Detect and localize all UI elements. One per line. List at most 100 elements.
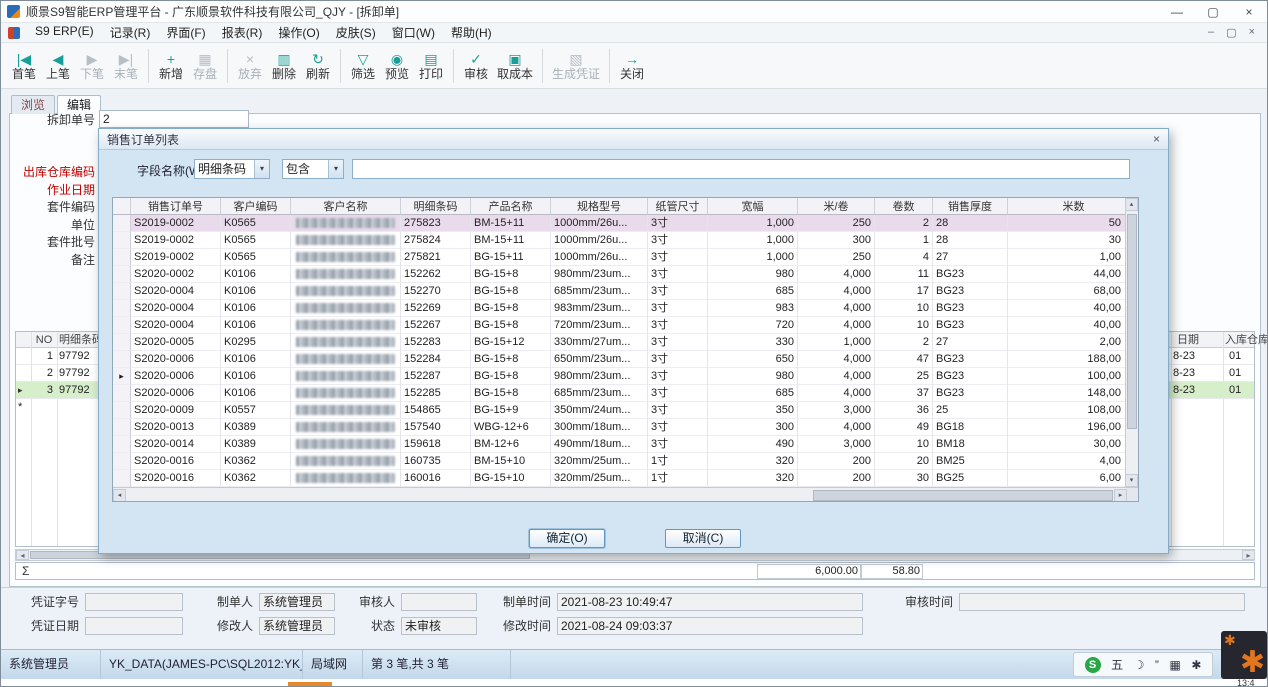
moon-icon[interactable]: ☽	[1134, 658, 1145, 672]
column-header[interactable]: 销售订单号	[131, 198, 221, 215]
cell-customer-name	[291, 300, 401, 317]
maximize-button[interactable]: ▢	[1195, 1, 1231, 22]
column-header[interactable]: 米数	[1008, 198, 1139, 215]
tab-edit[interactable]: 编辑	[57, 95, 101, 115]
order-row[interactable]: ▸S2020-0006K0106152287BG-15+8980mm/23um.…	[113, 368, 1139, 385]
cell: 40,00	[1008, 300, 1139, 317]
toolbar-filter-button[interactable]: ▽筛选	[346, 49, 380, 83]
asterisk-icon[interactable]: ✱	[1191, 658, 1201, 672]
order-row[interactable]: S2020-0016K0362160016BG-15+10320mm/25um.…	[113, 470, 1139, 487]
toolbar-print-button[interactable]: ▤打印	[414, 49, 448, 83]
filter-operator-select[interactable]: 包含 ▾	[282, 159, 344, 179]
order-row[interactable]: S2020-0004K0106152270BG-15+8685mm/23um..…	[113, 283, 1139, 300]
toolbar-new-button[interactable]: +新增	[154, 49, 188, 83]
cell: 4,000	[798, 368, 875, 385]
taskbar-clock: 13:4	[1237, 678, 1255, 687]
column-header[interactable]: 纸管尺寸	[648, 198, 708, 215]
vertical-scrollbar[interactable]: ▴ ▾	[1125, 198, 1138, 487]
cell: 3寸	[648, 368, 708, 385]
cell: 17	[875, 283, 933, 300]
toolbar-get-cost-button[interactable]: ▣取成本	[493, 49, 537, 83]
cell: S2020-0006	[131, 368, 221, 385]
keyboard-icon[interactable]: ▦	[1169, 658, 1180, 672]
order-row[interactable]: S2020-0006K0106152285BG-15+8685mm/23um..…	[113, 385, 1139, 402]
scroll-up-icon[interactable]: ▴	[1125, 198, 1138, 211]
toolbar-first-button[interactable]: |◀首笔	[7, 49, 41, 83]
menu-item[interactable]: 窗口(W)	[384, 22, 443, 43]
ok-button[interactable]: 确定(O)	[529, 529, 605, 548]
gear-widget[interactable]: ✱ ✱	[1221, 631, 1267, 679]
column-header[interactable]: 客户编码	[221, 198, 291, 215]
toolbar-delete-button[interactable]: ▥删除	[267, 49, 301, 83]
scroll-right-icon[interactable]: ▸	[1114, 489, 1127, 502]
vscroll-thumb[interactable]	[1127, 214, 1137, 429]
last-icon: ▶|	[119, 51, 133, 67]
scroll-left-icon[interactable]: ◂	[113, 489, 126, 502]
order-row[interactable]: S2020-0013K0389157540WBG-12+6300mm/18um.…	[113, 419, 1139, 436]
mdi-close-button[interactable]: ×	[1249, 26, 1255, 39]
column-header[interactable]: 产品名称	[471, 198, 551, 215]
filter-field-select[interactable]: 明细条码 ▾	[194, 159, 270, 179]
mdi-restore-button[interactable]: ▢	[1226, 26, 1236, 39]
close-button[interactable]: ×	[1231, 1, 1267, 22]
cell: K0389	[221, 419, 291, 436]
order-row[interactable]: S2020-0005K0295152283BG-15+12330mm/27um.…	[113, 334, 1139, 351]
scroll-down-icon[interactable]: ▾	[1125, 474, 1138, 487]
cell: 4,000	[798, 283, 875, 300]
column-header[interactable]: 明细条码	[401, 198, 471, 215]
wubi-icon[interactable]: 五	[1111, 656, 1123, 673]
tab-browse[interactable]: 浏览	[11, 95, 55, 114]
toolbar-preview-button[interactable]: ◉预览	[380, 49, 414, 83]
cancel-button[interactable]: 取消(C)	[665, 529, 741, 548]
menu-item[interactable]: 界面(F)	[158, 22, 213, 43]
filter-value-input[interactable]	[352, 159, 1130, 179]
order-row[interactable]: S2019-0002K0565275821BG-15+111000mm/26u.…	[113, 249, 1139, 266]
filter-icon: ▽	[358, 51, 369, 67]
order-row[interactable]: S2020-0004K0106152269BG-15+8983mm/23um..…	[113, 300, 1139, 317]
order-row[interactable]: S2020-0009K0557154865BG-15+9350mm/24um..…	[113, 402, 1139, 419]
toolbar-audit-button[interactable]: ✓审核	[459, 49, 493, 83]
order-row[interactable]: S2020-0014K0389159618BM-12+6490mm/18um..…	[113, 436, 1139, 453]
column-header[interactable]: 卷数	[875, 198, 933, 215]
toolbar-refresh-button[interactable]: ↻刷新	[301, 49, 335, 83]
menu-item[interactable]: S9 ERP(E)	[27, 22, 102, 43]
toolbar-new-label: 新增	[159, 68, 183, 81]
punctuation-icon[interactable]: ”	[1155, 658, 1159, 672]
column-header[interactable]: 客户名称	[291, 198, 401, 215]
order-row[interactable]: S2020-0006K0106152284BG-15+8650mm/23um..…	[113, 351, 1139, 368]
toolbar-audit-label: 审核	[464, 68, 488, 81]
hscroll-thumb[interactable]	[813, 490, 1113, 501]
order-row[interactable]: S2020-0002K0106152262BG-15+8980mm/23um..…	[113, 266, 1139, 283]
order-row[interactable]: S2020-0004K0106152267BG-15+8720mm/23um..…	[113, 317, 1139, 334]
row-indicator	[113, 215, 131, 232]
toolbar-close-button[interactable]: →关闭	[615, 49, 649, 83]
column-header[interactable]: 销售厚度	[933, 198, 1008, 215]
dialog-close-icon[interactable]: ×	[1153, 132, 1160, 146]
cell: 650mm/23um...	[551, 351, 648, 368]
order-row[interactable]: S2019-0002K0565275824BM-15+111000mm/26u.…	[113, 232, 1139, 249]
column-header[interactable]: 规格型号	[551, 198, 648, 215]
mdi-minimize-button[interactable]: –	[1208, 26, 1214, 39]
cell: S2020-0006	[131, 351, 221, 368]
column-header[interactable]: 米/卷	[798, 198, 875, 215]
dialog-title: 销售订单列表	[107, 131, 179, 148]
order-row[interactable]: S2019-0002K0565275823BM-15+111000mm/26u.…	[113, 215, 1139, 232]
column-header[interactable]: 宽幅	[708, 198, 798, 215]
cell: 720mm/23um...	[551, 317, 648, 334]
cell: 350mm/24um...	[551, 402, 648, 419]
cell: 320	[708, 470, 798, 487]
menu-item[interactable]: 报表(R)	[214, 22, 271, 43]
cell: BM25	[933, 453, 1008, 470]
toolbar-prev-button[interactable]: ◀上笔	[41, 49, 75, 83]
minimize-button[interactable]: —	[1159, 1, 1195, 22]
cell: K0565	[221, 249, 291, 266]
menu-item[interactable]: 操作(O)	[270, 22, 327, 43]
order-row[interactable]: S2020-0016K0362160735BM-15+10320mm/25um.…	[113, 453, 1139, 470]
horizontal-scrollbar[interactable]: ◂ ▸	[113, 487, 1127, 502]
toolbar-close-label: 关闭	[620, 68, 644, 81]
menu-item[interactable]: 皮肤(S)	[328, 22, 384, 43]
filter-field-value: 明细条码	[195, 160, 254, 178]
menu-item[interactable]: 帮助(H)	[443, 22, 500, 43]
sogou-icon[interactable]: S	[1085, 657, 1101, 673]
menu-item[interactable]: 记录(R)	[102, 22, 159, 43]
